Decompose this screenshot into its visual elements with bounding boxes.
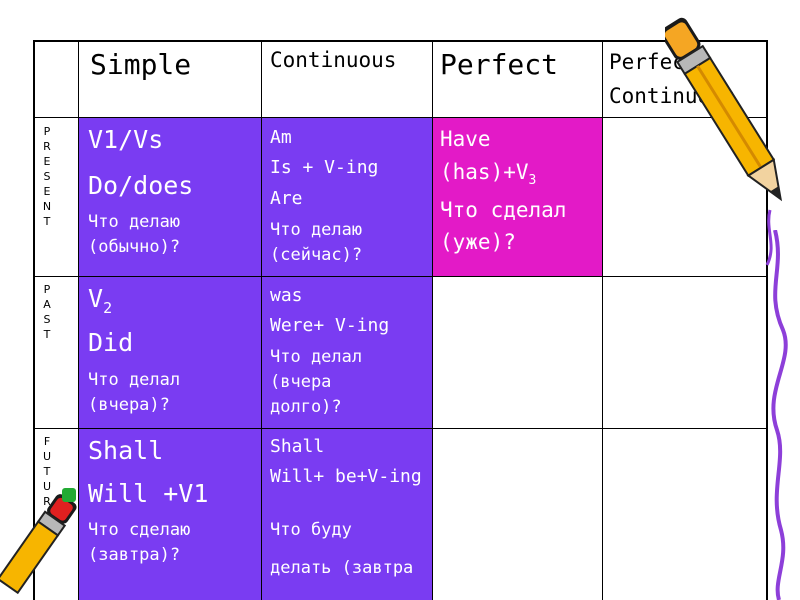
past-continuous-question: Что делал [270, 347, 363, 367]
future-simple-will: Will +V1 [88, 479, 209, 508]
past-continuous-was: was [270, 285, 303, 306]
present-perfect-has: (has)+V3 [440, 160, 537, 189]
future-simple-question: Что сделаю [88, 520, 191, 540]
future-continuous-question: Что буду [270, 520, 352, 540]
present-perfect-have: Have [440, 127, 491, 151]
past-simple-question: Что делал [88, 370, 181, 390]
future-continuous-will: Will+ be+V-ing [270, 466, 422, 487]
future-continuous-question-2: делать (завтра [270, 558, 414, 578]
decorative-line-icon [771, 230, 788, 600]
header-continuous: Continuous [270, 48, 397, 72]
grid-line [432, 40, 433, 600]
grid-line [33, 117, 767, 118]
grid-line [33, 428, 767, 429]
present-simple-auxiliary: Do/does [88, 171, 194, 200]
future-simple-shall: Shall [88, 436, 164, 465]
present-continuous-is: Is + V-ing [270, 157, 379, 178]
header-simple: Simple [90, 48, 192, 81]
past-simple-auxiliary: Did [88, 328, 134, 357]
past-simple-formula: V2 [88, 284, 113, 317]
present-simple-question-2: (обычно)? [88, 237, 181, 257]
present-simple-formula: V1/Vs [88, 125, 164, 154]
grid-line [33, 40, 767, 42]
row-label-past: PAST [43, 283, 51, 341]
pencil-icon [0, 488, 77, 595]
present-perfect-question: Что сделал [440, 198, 567, 222]
header-perfect: Perfect [440, 48, 559, 81]
future-simple-question-2: (завтра)? [88, 545, 181, 565]
past-continuous-were: Were+ V-ing [270, 315, 390, 336]
grid-line [602, 40, 603, 600]
row-label-present: PRESENT [42, 125, 52, 228]
present-continuous-am: Am [270, 127, 292, 148]
past-continuous-question-3: долго)? [270, 397, 342, 417]
grid-line [33, 276, 767, 277]
past-continuous-question-2: (вчера [270, 372, 332, 392]
future-continuous-shall: Shall [270, 436, 325, 457]
grid-line [261, 40, 262, 600]
present-continuous-question-2: (сейчас)? [270, 245, 363, 265]
past-simple-question-2: (вчера)? [88, 395, 170, 415]
present-perfect-question-2: (уже)? [440, 230, 516, 254]
present-continuous-are: Are [270, 188, 303, 209]
present-simple-question: Что делаю [88, 212, 181, 232]
present-continuous-question: Что делаю [270, 220, 363, 240]
